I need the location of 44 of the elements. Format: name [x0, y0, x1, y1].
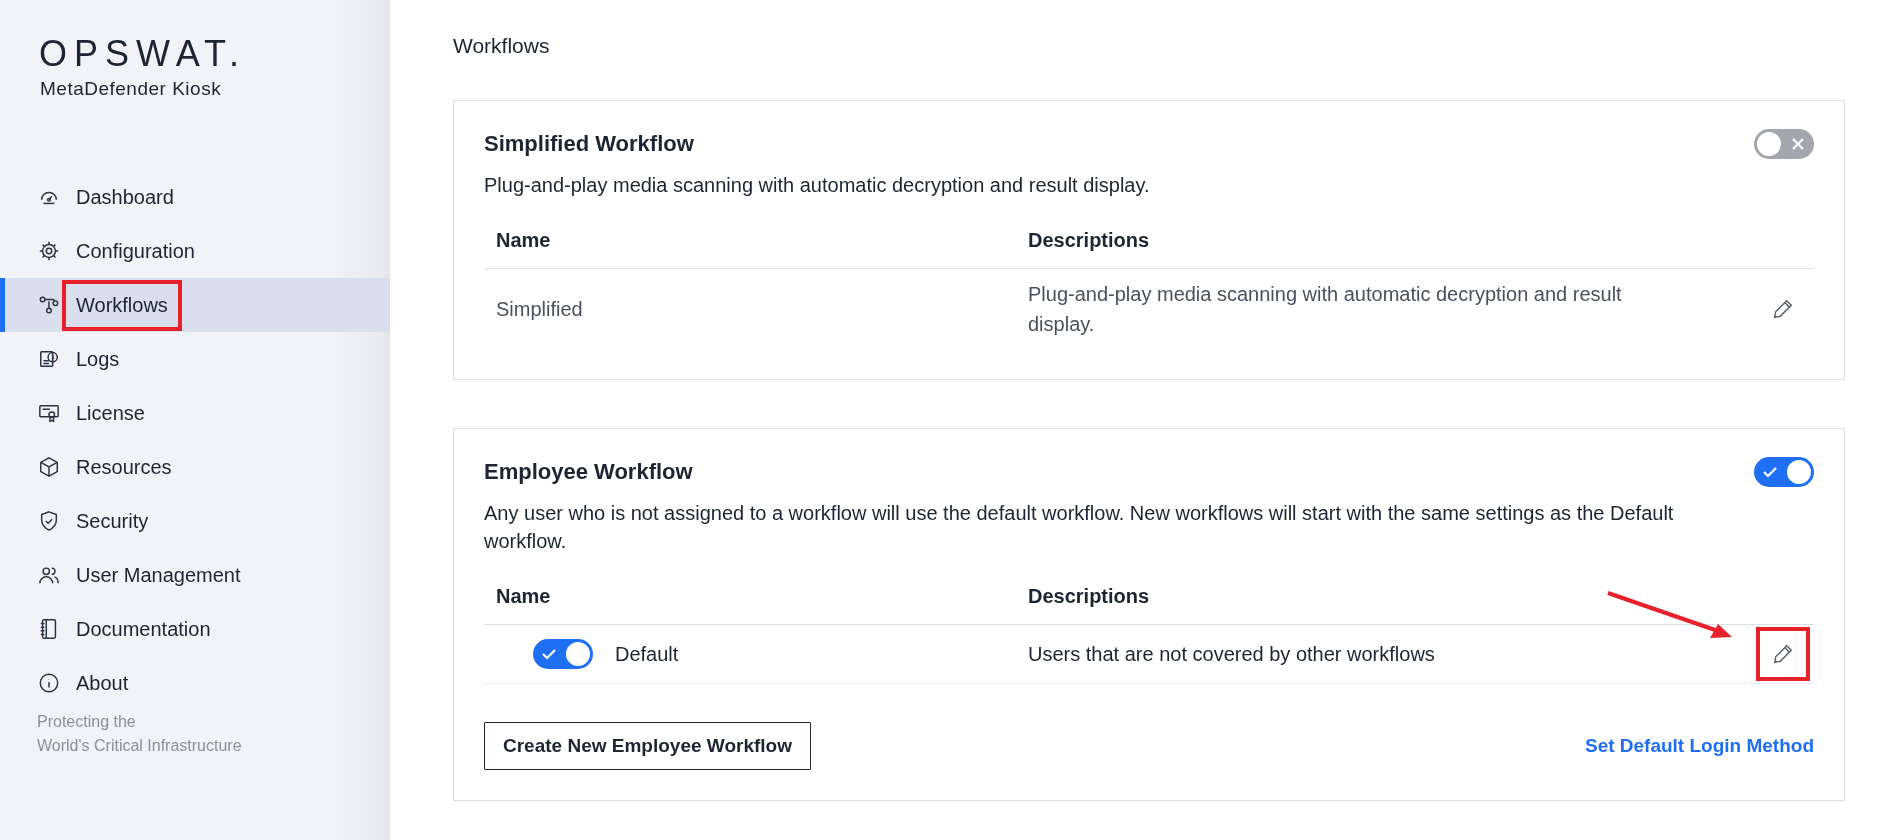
product-name: MetaDefender Kiosk: [40, 78, 223, 100]
check-icon: [542, 647, 556, 661]
pencil-icon: [1772, 298, 1794, 320]
card-description: Any user who is not assigned to a workflow will use the default workflow. New workflows will start with the same settings as the Default workflow.: [484, 501, 1675, 554]
log-clock-icon: [38, 348, 60, 370]
brand-logo: OPSWAT.: [39, 36, 247, 72]
page-title: Workflows: [453, 34, 551, 58]
nav-item[interactable]: Dashboard: [0, 170, 390, 224]
users-icon: [38, 564, 60, 586]
certificate-icon: [38, 402, 60, 424]
tagline: Protecting the World's Critical Infrastructure: [37, 712, 243, 756]
gear-icon: [38, 240, 60, 262]
check-icon: [1763, 465, 1777, 479]
workflow-description: Plug-and-play media scanning with automatic decryption and result display.: [1028, 283, 1622, 335]
login-method-link[interactable]: Set Default Login Method: [1584, 735, 1814, 757]
card-description: Plug-and-play media scanning with automatic decryption and result display.: [484, 173, 1151, 198]
nav-item[interactable]: Logs: [0, 332, 390, 386]
card-title: Employee Workflow: [484, 459, 693, 485]
nav-item[interactable]: Workflows: [0, 278, 390, 332]
toggle-switch[interactable]: [1754, 129, 1814, 159]
info-icon: [38, 672, 60, 694]
create-workflow-button[interactable]: Create New Employee Workflow: [484, 722, 811, 770]
card-title: Simplified Workflow: [484, 131, 694, 157]
nav-item[interactable]: Configuration: [0, 224, 390, 278]
nav-item[interactable]: Documentation: [0, 602, 390, 656]
column-header: Descriptions: [1028, 229, 1150, 251]
cube-icon: [38, 456, 60, 478]
workflow-name: Simplified: [496, 298, 583, 320]
nav-item[interactable]: User Management: [0, 548, 390, 602]
column-header: Name: [496, 585, 551, 607]
workflow-name: Default: [615, 642, 679, 667]
pencil-icon: [1772, 643, 1794, 665]
shield-check-icon: [38, 510, 60, 532]
close-icon: [1791, 137, 1805, 151]
toggle-switch[interactable]: [1754, 457, 1814, 487]
nav-item[interactable]: License: [0, 386, 390, 440]
column-header: Descriptions: [1028, 585, 1150, 607]
nodes-icon: [38, 294, 60, 316]
nav-item[interactable]: Resources: [0, 440, 390, 494]
nav-item[interactable]: About: [0, 656, 390, 710]
nav-item[interactable]: Security: [0, 494, 390, 548]
workflow-description: Users that are not covered by other workflows: [1028, 643, 1435, 665]
column-header: Name: [496, 229, 551, 251]
toggle-switch[interactable]: [533, 639, 593, 669]
